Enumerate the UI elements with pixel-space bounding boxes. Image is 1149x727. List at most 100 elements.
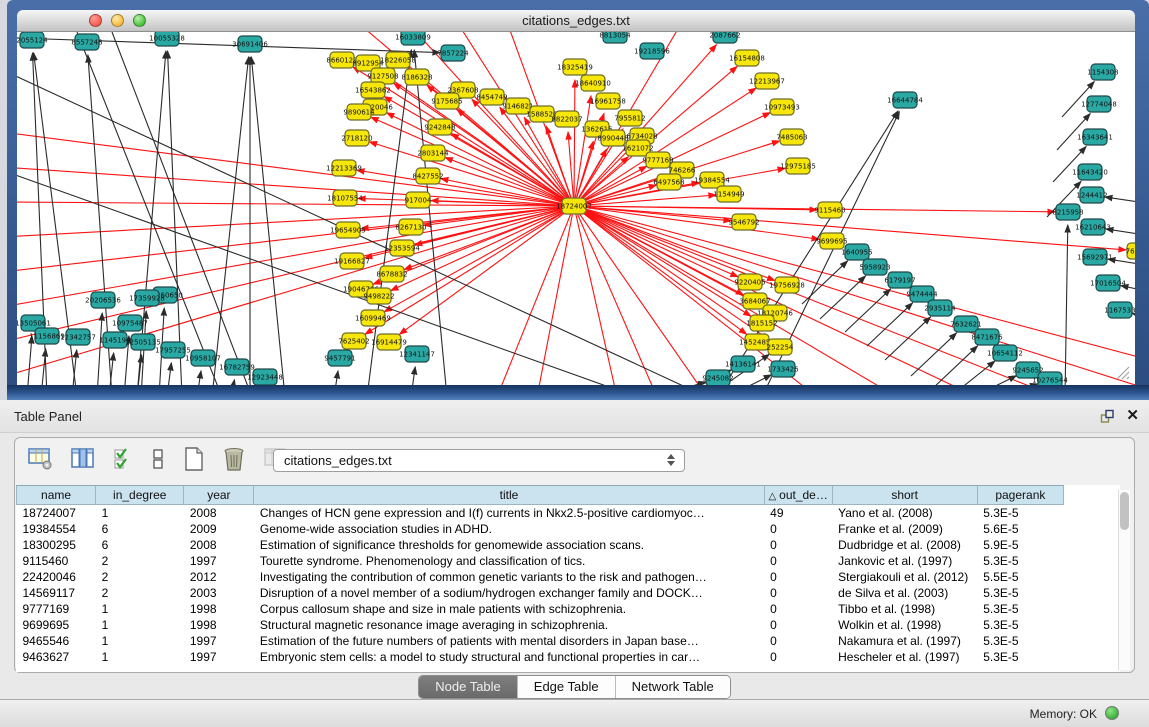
select-all-icon[interactable] [114,448,134,470]
network-node[interactable]: 8471676 [971,329,1003,345]
close-panel-icon[interactable]: ✕ [1126,406,1139,424]
table-cell[interactable]: 18300295 [17,537,96,553]
network-node[interactable]: 12341147 [399,346,435,362]
network-node[interactable]: 9699695 [816,233,847,249]
table-cell[interactable]: Dudbridge et al. (2008) [832,537,977,553]
table-cell[interactable]: 1997 [184,553,254,569]
citation-edge[interactable] [251,57,285,385]
network-node[interactable]: 9242848 [424,119,455,135]
citation-edge[interactable] [411,367,415,385]
network-node[interactable]: 9220405 [734,274,765,290]
table-cell[interactable]: 1 [96,505,184,522]
column-header-title[interactable]: title [254,486,764,505]
table-cell[interactable]: Franke et al. (2009) [832,521,977,537]
network-node[interactable]: 12213967 [749,73,785,89]
table-cell[interactable]: Corpus callosum shape and size in male p… [254,601,764,617]
citation-edge[interactable] [168,51,182,385]
tab-edge-table[interactable]: Edge Table [518,676,616,698]
table-panel-titlebar[interactable]: Table Panel ✕ [0,400,1149,433]
network-node[interactable]: 14136141 [725,356,761,372]
table-cell[interactable]: 0 [764,537,832,553]
table-row[interactable]: 969969511998Structural magnetic resonanc… [17,617,1064,633]
network-node[interactable]: 11643420 [1072,164,1108,180]
citation-edge[interactable] [1105,197,1135,204]
network-node[interactable]: 9115460 [814,202,845,218]
table-cell[interactable]: 0 [764,649,832,665]
network-node[interactable]: 9457791 [324,350,355,366]
citation-edge[interactable] [845,289,891,332]
tab-node-table[interactable]: Node Table [419,676,518,698]
network-node[interactable]: 20206536 [85,292,121,308]
table-row[interactable]: 1456911722003Disruption of a novel membe… [17,585,1064,601]
table-cell[interactable]: 2008 [184,505,254,522]
resize-grip-icon[interactable] [1113,363,1131,381]
column-header-pagerank[interactable]: pagerank [977,486,1063,505]
network-node[interactable]: 9245082 [702,370,733,385]
tab-network-table[interactable]: Network Table [616,676,730,698]
table-cell[interactable]: 5.3E-5 [977,617,1063,633]
table-cell[interactable]: Hescheler et al. (1997) [832,649,977,665]
table-cell[interactable]: Estimation of the future numbers of pati… [254,633,764,649]
table-cell[interactable]: 5.3E-5 [977,649,1063,665]
network-node[interactable]: 16099469 [355,310,391,326]
table-select-dropdown[interactable]: citations_edges.txt [273,449,685,472]
table-cell[interactable]: 9465546 [17,633,96,649]
memory-ok-indicator-icon[interactable] [1105,706,1119,720]
selected-citation-edge[interactable] [497,206,574,385]
table-cell[interactable]: 1998 [184,617,254,633]
network-node[interactable]: 18640910 [575,75,611,91]
table-row[interactable]: 911546021997Tourette syndrome. Phenomeno… [17,553,1064,569]
table-cell[interactable]: 1 [96,633,184,649]
selected-citation-edge[interactable] [537,206,574,385]
table-cell[interactable]: 6 [96,521,184,537]
citation-network-graph[interactable]: 8660123891295418226058912750881863281654… [17,32,1135,385]
table-cell[interactable]: 14569117 [17,585,96,601]
network-node[interactable]: 30691406 [232,36,268,52]
selected-citation-edge[interactable] [574,80,575,206]
table-cell[interactable]: 9115460 [17,553,96,569]
citation-edge[interactable] [885,317,931,360]
selected-citation-edge[interactable] [574,206,1135,385]
column-visibility-icon[interactable] [71,448,95,470]
table-cell[interactable]: Disruption of a novel member of a sodium… [254,585,764,601]
citation-edge[interactable] [27,336,32,385]
network-node[interactable]: 1167533 [1104,302,1135,318]
network-node[interactable]: 8215958 [1052,204,1083,220]
network-node[interactable]: 18325419 [557,59,593,75]
column-header-name[interactable]: name [17,486,96,505]
table-cell[interactable]: 0 [764,569,832,585]
network-node[interactable]: 18107554 [327,190,363,206]
selected-citation-edge[interactable] [574,206,657,385]
table-cell[interactable]: Estimation of significance thresholds fo… [254,537,764,553]
delete-trash-icon[interactable] [223,447,245,471]
network-node[interactable]: 1154949 [713,186,744,202]
network-node[interactable]: 917004 [405,192,432,208]
network-node[interactable]: 16210643 [1075,219,1111,235]
table-cell[interactable]: Yano et al. (2008) [832,505,977,522]
table-cell[interactable]: 5.3E-5 [977,553,1063,569]
column-header-short[interactable]: short [832,486,977,505]
selected-citation-edge[interactable] [574,206,747,334]
table-cell[interactable]: Genome-wide association studies in ADHD. [254,521,764,537]
network-node[interactable]: 8822037 [551,111,582,127]
network-node[interactable]: 15692971 [1077,249,1113,265]
table-scrollbar[interactable] [1118,490,1130,670]
network-node[interactable]: 9175685 [431,93,462,109]
deselect-icon[interactable] [152,448,164,470]
network-node[interactable]: 8557248 [71,34,102,50]
network-node[interactable]: 16343641 [1077,129,1113,145]
table-cell[interactable]: 2009 [184,521,254,537]
network-node[interactable]: 1244412 [1076,187,1107,203]
table-cell[interactable]: Embryonic stem cells: a model to study s… [254,649,764,665]
network-node[interactable]: 7625402 [338,333,369,349]
selected-citation-edge[interactable] [17,167,574,206]
network-node[interactable]: 16154808 [729,50,765,66]
table-cell[interactable]: 2 [96,585,184,601]
new-document-icon[interactable] [183,447,205,471]
selected-citation-edge[interactable] [357,170,574,206]
table-cell[interactable]: 1 [96,601,184,617]
table-cell[interactable]: 0 [764,601,832,617]
table-cell[interactable]: Jankovic et al. (1997) [832,553,977,569]
citation-edge[interactable] [197,371,201,385]
table-cell[interactable]: 5.3E-5 [977,505,1063,522]
